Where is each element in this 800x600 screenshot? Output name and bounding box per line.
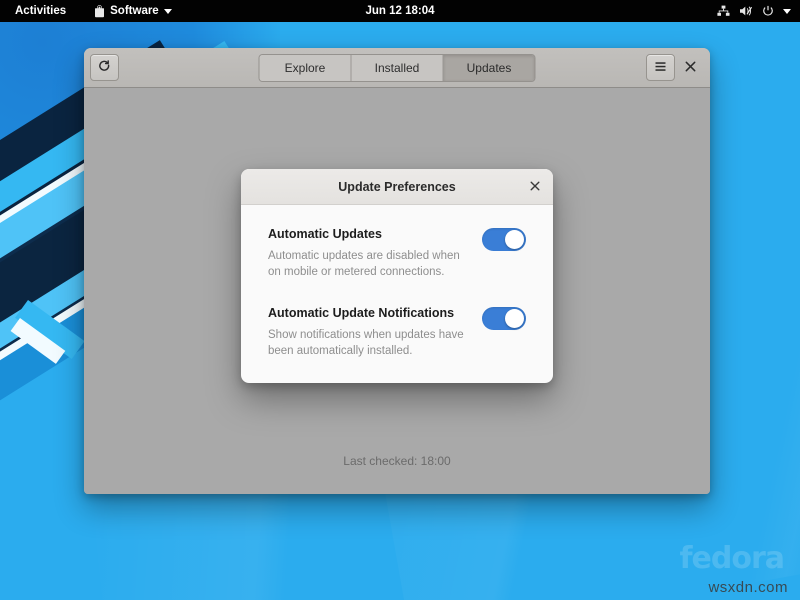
fedora-watermark: fedora — [679, 541, 784, 576]
update-preferences-dialog: Update Preferences Automatic Updates Aut… — [241, 169, 553, 383]
app-menu-label: Software — [110, 5, 159, 17]
dialog-close-button[interactable] — [525, 177, 545, 197]
header-left-group — [90, 54, 119, 81]
chevron-down-icon[interactable] — [783, 9, 791, 14]
last-checked-label: Last checked: 18:00 — [84, 454, 710, 468]
preference-title: Automatic Updates — [268, 227, 470, 242]
gnome-top-bar: Activities Software Jun 12 18:04 — [0, 0, 800, 22]
close-icon — [530, 180, 540, 194]
close-icon — [685, 60, 696, 75]
tab-explore[interactable]: Explore — [260, 55, 352, 81]
preference-description: Automatic updates are disabled when on m… — [268, 249, 468, 280]
window-header-bar: Explore Installed Updates — [84, 48, 710, 88]
preference-text-group: Automatic Updates Automatic updates are … — [268, 227, 470, 280]
network-wired-icon — [717, 5, 730, 17]
hamburger-menu-button[interactable] — [646, 54, 675, 81]
preference-title: Automatic Update Notifications — [268, 306, 470, 321]
desktop-screen: fedora wsxdn.com Activities Software Jun… — [0, 0, 800, 600]
tab-installed[interactable]: Installed — [352, 55, 444, 81]
hamburger-menu-icon — [654, 60, 667, 75]
preference-description: Show notifications when updates have bee… — [268, 328, 468, 359]
preference-row-update-notifications: Automatic Update Notifications Show noti… — [268, 306, 526, 359]
top-bar-left-group: Activities Software — [0, 3, 180, 20]
refresh-icon — [98, 60, 111, 76]
site-watermark: wsxdn.com — [708, 579, 788, 596]
tab-updates[interactable]: Updates — [444, 55, 535, 81]
preference-text-group: Automatic Update Notifications Show noti… — [268, 306, 470, 359]
volume-muted-icon — [739, 5, 753, 17]
update-notifications-toggle[interactable] — [482, 307, 526, 330]
automatic-updates-toggle[interactable] — [482, 228, 526, 251]
dialog-header-bar: Update Preferences — [241, 169, 553, 205]
refresh-button[interactable] — [90, 54, 119, 81]
dialog-title: Update Preferences — [338, 180, 455, 194]
view-switcher-tabs: Explore Installed Updates — [259, 54, 536, 82]
preference-row-automatic-updates: Automatic Updates Automatic updates are … — [268, 227, 526, 280]
bag-icon — [94, 5, 105, 18]
app-menu-button[interactable]: Software — [86, 3, 180, 20]
dialog-body: Automatic Updates Automatic updates are … — [241, 205, 553, 383]
toggle-knob — [505, 230, 524, 249]
power-icon — [762, 5, 774, 17]
toggle-knob — [505, 309, 524, 328]
window-close-button[interactable] — [677, 55, 704, 80]
system-status-area[interactable] — [717, 5, 800, 17]
header-right-group — [646, 54, 704, 81]
activities-button[interactable]: Activities — [7, 3, 74, 19]
chevron-down-icon — [164, 9, 172, 14]
